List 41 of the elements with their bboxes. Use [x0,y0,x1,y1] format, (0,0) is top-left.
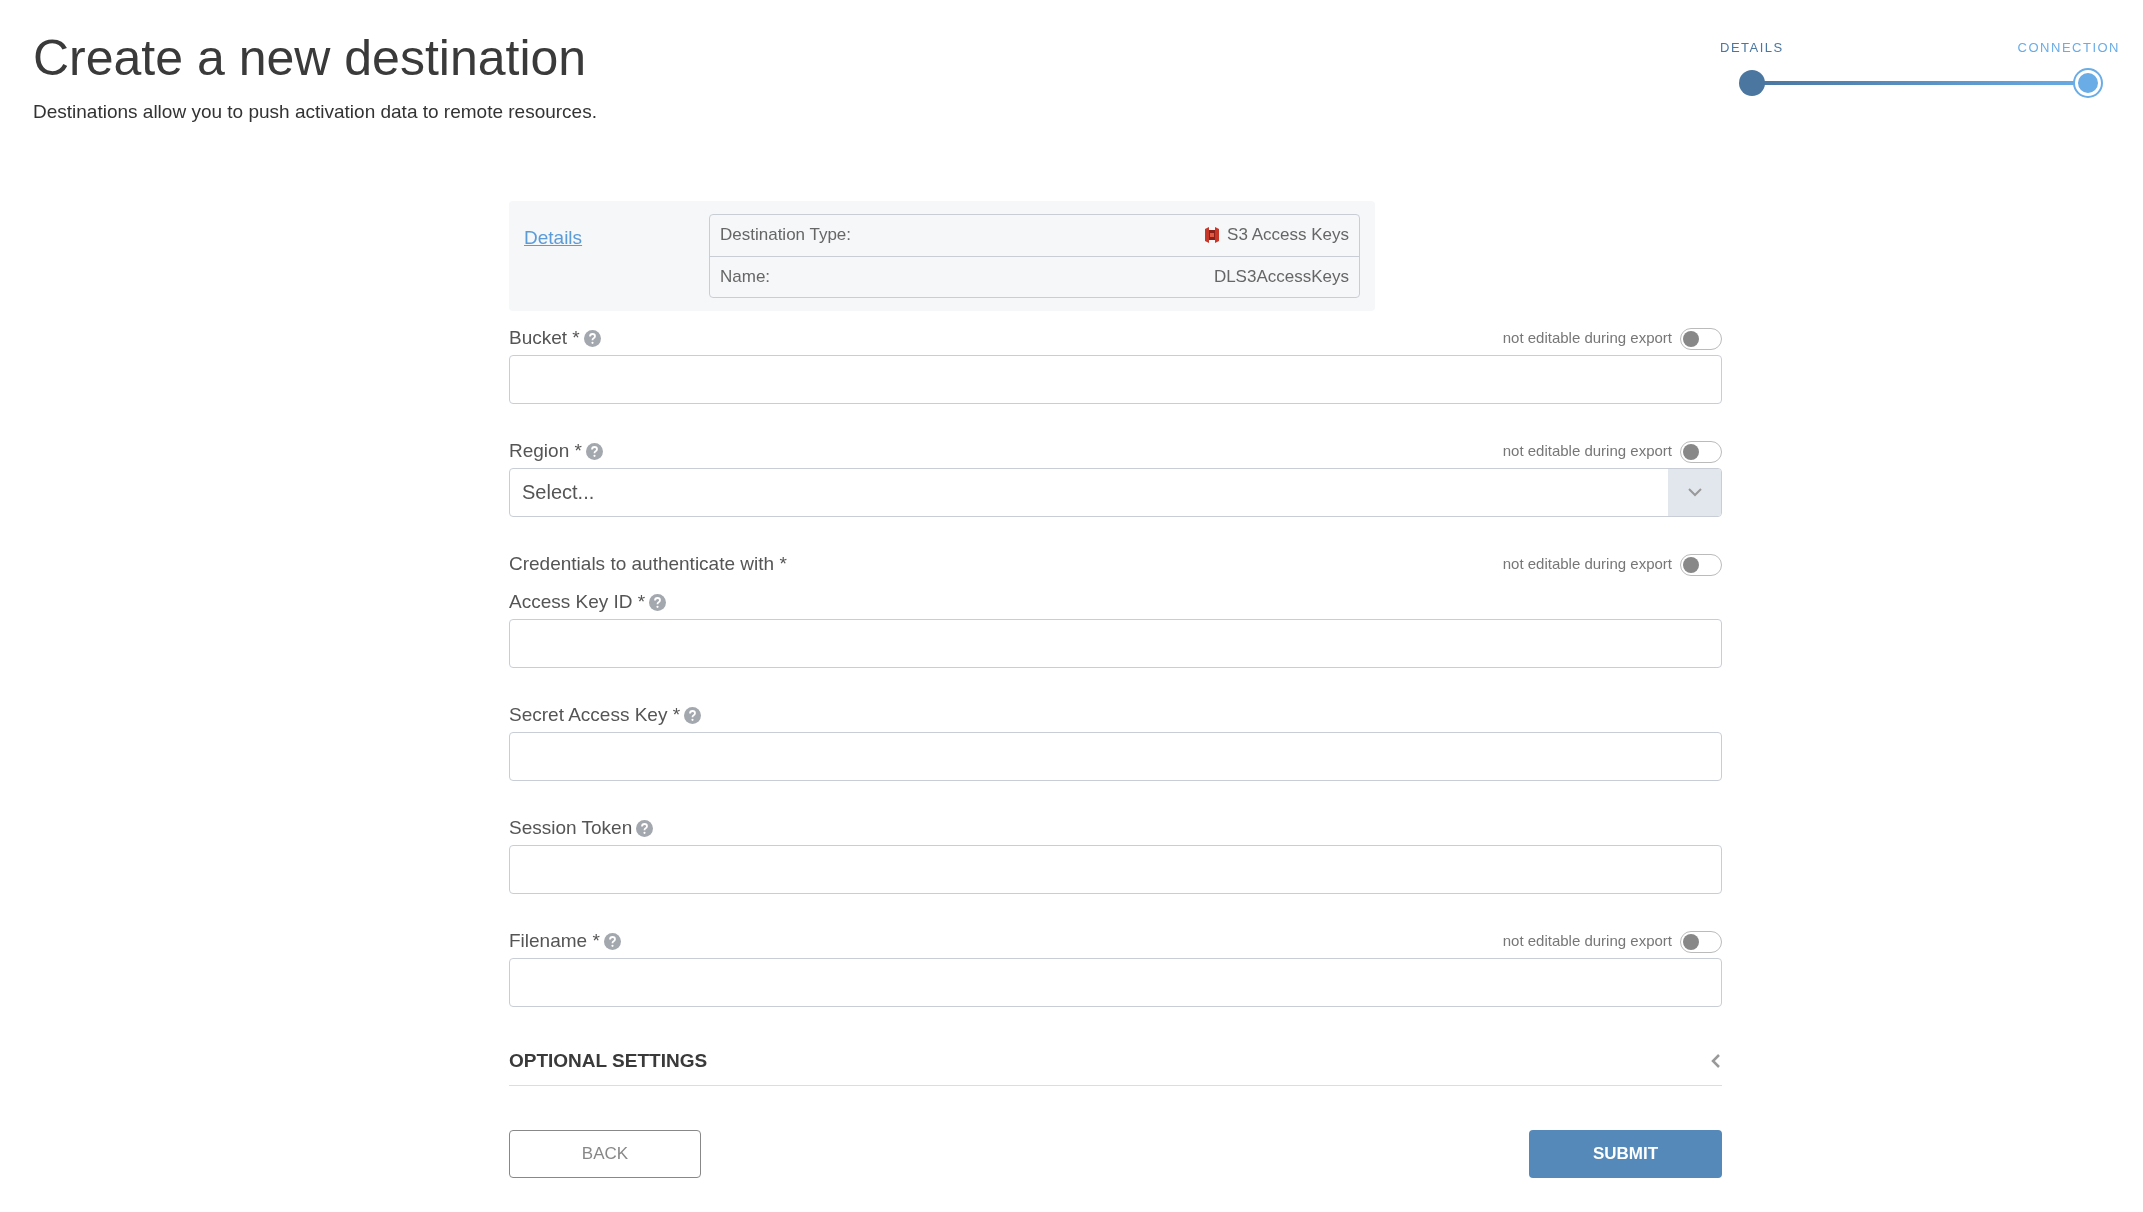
region-dropdown[interactable]: Select... [509,467,1722,517]
help-icon[interactable] [636,820,654,837]
optional-settings-header[interactable]: OPTIONAL SETTINGS [509,1046,1722,1086]
text-field[interactable] [509,731,1722,781]
detail-label: Name: [720,265,771,288]
field-label: Filename * [509,929,600,954]
step-label: CONNECTION [2017,39,2120,57]
detail-label: Destination Type: [720,224,852,247]
page-title: Create a new destination [33,29,588,88]
toggle-label: not editable during export [1502,931,1672,952]
back-button[interactable]: BACK [509,1130,701,1178]
text-field[interactable] [509,354,1722,404]
page-subtitle: Destinations allow you to push activation data to remote resources. [33,100,597,124]
help-icon[interactable] [603,933,621,950]
field-label: Bucket * [509,326,580,351]
toggle-switch[interactable] [1680,930,1722,953]
field-label: Secret Access Key * [509,703,681,728]
help-icon[interactable] [585,443,603,460]
toggle-label: not editable during export [1502,441,1672,462]
help-icon[interactable] [684,707,702,724]
text-field[interactable] [509,618,1722,668]
detail-value: S3 Access Keys [1227,224,1349,247]
toggle-label: not editable during export [1502,554,1672,575]
toggle-switch[interactable] [1680,440,1722,463]
detail-value: DLS3AccessKeys [1213,265,1349,288]
step-label: DETAILS [1720,39,1784,57]
chevron-down-icon [1686,487,1703,497]
field-label: Session Token [509,816,633,841]
text-field[interactable] [509,957,1722,1007]
toggle-switch[interactable] [1680,553,1722,576]
toggle-switch[interactable] [1680,327,1722,350]
details-link[interactable]: Details [524,213,709,298]
submit-button[interactable]: SUBMIT [1529,1130,1722,1178]
field-label: Access Key ID * [509,590,646,615]
field-label: Region * [509,439,582,464]
bucket-icon [1203,225,1222,245]
help-icon[interactable] [649,594,667,611]
help-icon[interactable] [583,330,601,347]
text-field[interactable] [509,844,1722,894]
field-label: Credentials to authenticate with * [509,552,787,577]
toggle-label: not editable during export [1502,328,1672,349]
